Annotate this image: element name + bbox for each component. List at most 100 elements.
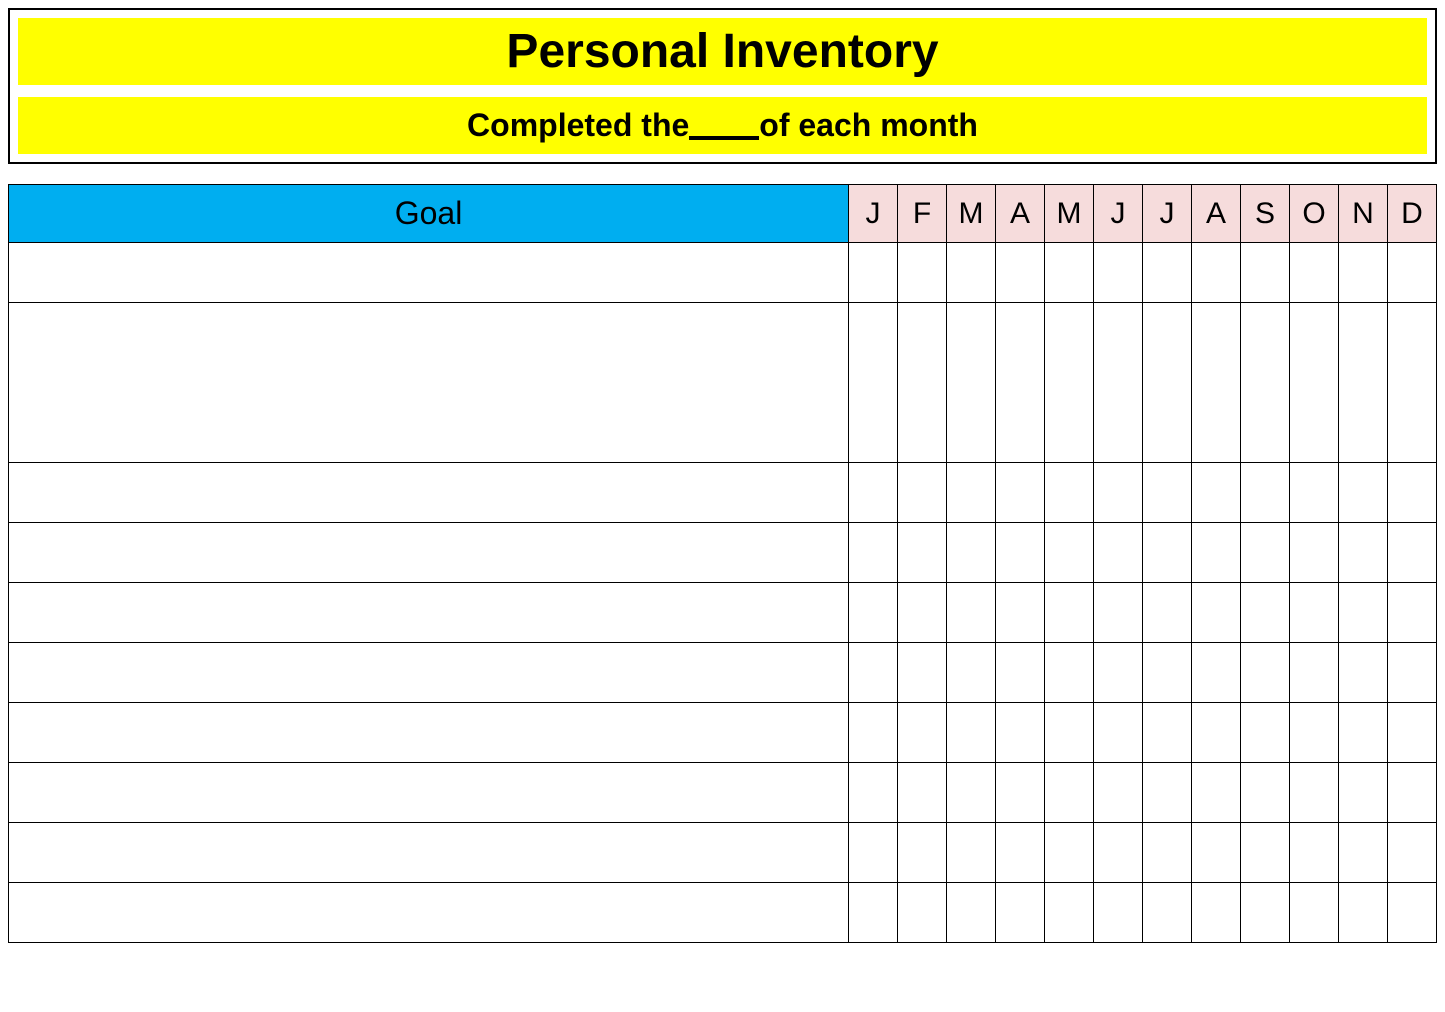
month-cell[interactable] [849,523,898,583]
month-cell[interactable] [1388,303,1437,463]
month-cell[interactable] [1241,303,1290,463]
month-cell[interactable] [1045,763,1094,823]
month-cell[interactable] [1339,243,1388,303]
month-cell[interactable] [1192,823,1241,883]
goal-cell[interactable] [9,823,849,883]
month-cell[interactable] [1339,523,1388,583]
goal-cell[interactable] [9,243,849,303]
month-cell[interactable] [1241,643,1290,703]
month-cell[interactable] [947,823,996,883]
month-cell[interactable] [1143,463,1192,523]
month-cell[interactable] [1339,823,1388,883]
month-cell[interactable] [1192,243,1241,303]
month-cell[interactable] [1045,583,1094,643]
month-cell[interactable] [1290,523,1339,583]
month-cell[interactable] [849,883,898,943]
month-cell[interactable] [849,703,898,763]
month-cell[interactable] [898,763,947,823]
goal-cell[interactable] [9,303,849,463]
month-cell[interactable] [996,823,1045,883]
goal-cell[interactable] [9,763,849,823]
month-cell[interactable] [1388,703,1437,763]
month-cell[interactable] [1241,463,1290,523]
month-cell[interactable] [1339,763,1388,823]
month-cell[interactable] [849,303,898,463]
month-cell[interactable] [1290,303,1339,463]
goal-cell[interactable] [9,703,849,763]
month-cell[interactable] [1241,703,1290,763]
month-cell[interactable] [1290,463,1339,523]
month-cell[interactable] [1241,763,1290,823]
month-cell[interactable] [1241,583,1290,643]
goal-cell[interactable] [9,463,849,523]
month-cell[interactable] [1241,523,1290,583]
month-cell[interactable] [1094,703,1143,763]
month-cell[interactable] [996,703,1045,763]
month-cell[interactable] [1143,243,1192,303]
month-cell[interactable] [1241,883,1290,943]
month-cell[interactable] [996,243,1045,303]
goal-cell[interactable] [9,523,849,583]
month-cell[interactable] [947,523,996,583]
month-cell[interactable] [1192,643,1241,703]
month-cell[interactable] [1045,643,1094,703]
subtitle-blank[interactable] [689,136,759,140]
month-cell[interactable] [1192,303,1241,463]
month-cell[interactable] [1388,463,1437,523]
month-cell[interactable] [1045,703,1094,763]
month-cell[interactable] [1143,643,1192,703]
month-cell[interactable] [1339,583,1388,643]
month-cell[interactable] [1192,463,1241,523]
month-cell[interactable] [1388,583,1437,643]
month-cell[interactable] [1290,823,1339,883]
month-cell[interactable] [1045,303,1094,463]
month-cell[interactable] [1143,823,1192,883]
month-cell[interactable] [1290,583,1339,643]
month-cell[interactable] [996,883,1045,943]
month-cell[interactable] [1388,643,1437,703]
month-cell[interactable] [849,823,898,883]
month-cell[interactable] [898,463,947,523]
month-cell[interactable] [1094,883,1143,943]
goal-cell[interactable] [9,643,849,703]
goal-cell[interactable] [9,583,849,643]
month-cell[interactable] [1045,883,1094,943]
month-cell[interactable] [996,763,1045,823]
month-cell[interactable] [1192,883,1241,943]
month-cell[interactable] [947,463,996,523]
month-cell[interactable] [947,243,996,303]
month-cell[interactable] [1192,763,1241,823]
month-cell[interactable] [1143,303,1192,463]
month-cell[interactable] [898,583,947,643]
month-cell[interactable] [1339,883,1388,943]
month-cell[interactable] [1094,643,1143,703]
month-cell[interactable] [1094,243,1143,303]
month-cell[interactable] [1290,643,1339,703]
month-cell[interactable] [1192,523,1241,583]
month-cell[interactable] [1339,703,1388,763]
month-cell[interactable] [1339,303,1388,463]
month-cell[interactable] [947,303,996,463]
month-cell[interactable] [849,243,898,303]
month-cell[interactable] [996,583,1045,643]
month-cell[interactable] [1143,703,1192,763]
month-cell[interactable] [947,883,996,943]
month-cell[interactable] [947,643,996,703]
month-cell[interactable] [1241,243,1290,303]
month-cell[interactable] [1192,703,1241,763]
month-cell[interactable] [1143,883,1192,943]
month-cell[interactable] [1094,463,1143,523]
month-cell[interactable] [1192,583,1241,643]
month-cell[interactable] [1241,823,1290,883]
month-cell[interactable] [1290,883,1339,943]
month-cell[interactable] [947,583,996,643]
month-cell[interactable] [1388,763,1437,823]
month-cell[interactable] [1388,823,1437,883]
month-cell[interactable] [1143,763,1192,823]
month-cell[interactable] [1339,463,1388,523]
month-cell[interactable] [849,583,898,643]
month-cell[interactable] [1045,823,1094,883]
month-cell[interactable] [1045,463,1094,523]
month-cell[interactable] [1045,243,1094,303]
month-cell[interactable] [1045,523,1094,583]
